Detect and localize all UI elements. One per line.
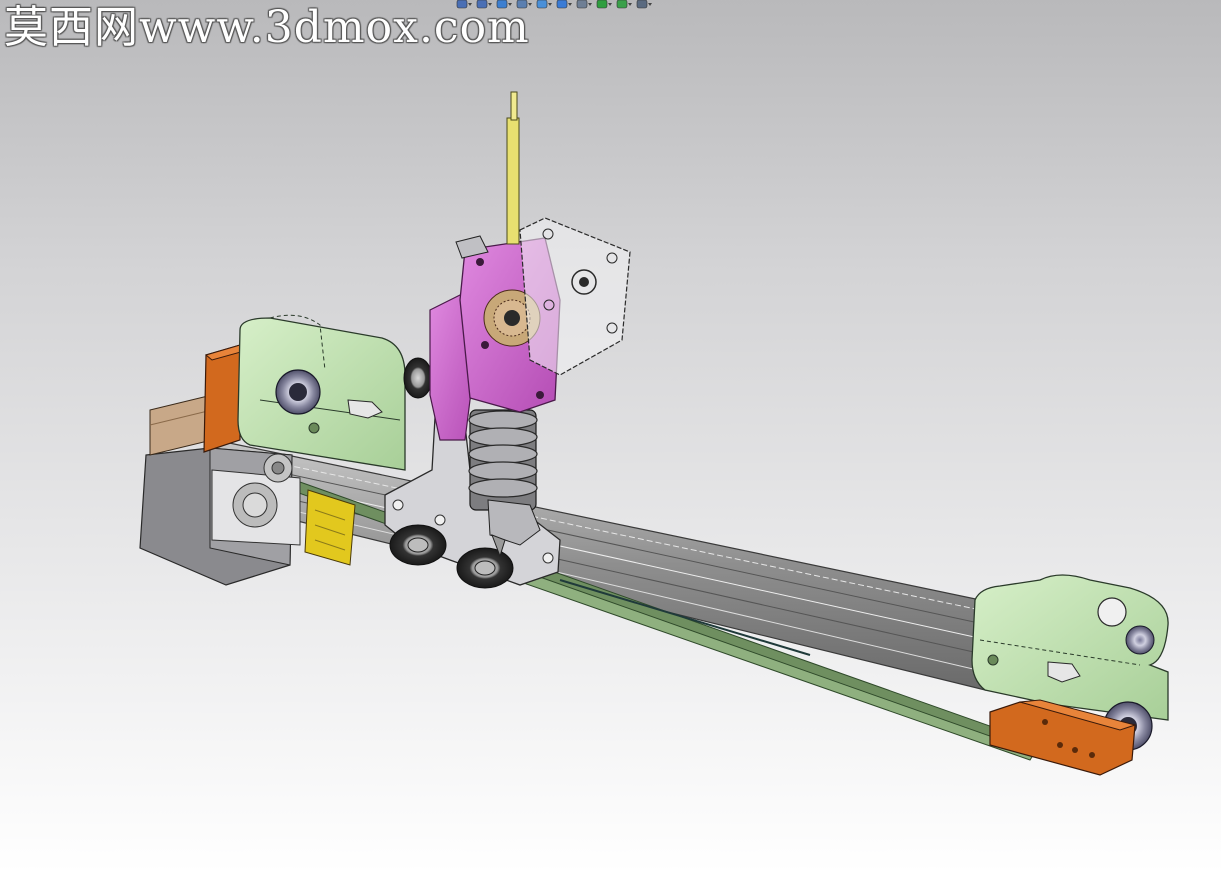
view-settings-icon[interactable] [635, 0, 653, 9]
filament-tube [506, 91, 520, 245]
zoom-to-fit-icon[interactable] [455, 0, 473, 9]
graphics-viewport[interactable] [0, 0, 1221, 873]
wood-spacer [149, 394, 213, 456]
watermark-text: 莫西网www.3dmox.com [4, 2, 530, 53]
left-idler-bracket[interactable] [237, 314, 406, 471]
v-wheel-top[interactable] [403, 357, 433, 399]
apply-scene-icon[interactable] [615, 0, 633, 9]
cad-assembly-model[interactable] [0, 0, 1221, 873]
v-wheel-right[interactable] [456, 547, 514, 589]
hide-show-items-icon[interactable] [575, 0, 593, 9]
display-style-icon[interactable] [555, 0, 573, 9]
v-wheel-left[interactable] [389, 524, 447, 566]
previous-view-icon[interactable] [495, 0, 513, 9]
edit-appearance-icon[interactable] [595, 0, 613, 9]
section-view-icon[interactable] [515, 0, 533, 9]
zoom-to-area-icon[interactable] [475, 0, 493, 9]
left-stepper-motor[interactable] [139, 447, 301, 586]
heads-up-view-toolbar [455, 0, 653, 9]
aluminum-extrusion-rail[interactable] [211, 439, 991, 691]
view-orientation-icon[interactable] [535, 0, 553, 9]
extruder-stepper-motor[interactable] [519, 217, 631, 376]
